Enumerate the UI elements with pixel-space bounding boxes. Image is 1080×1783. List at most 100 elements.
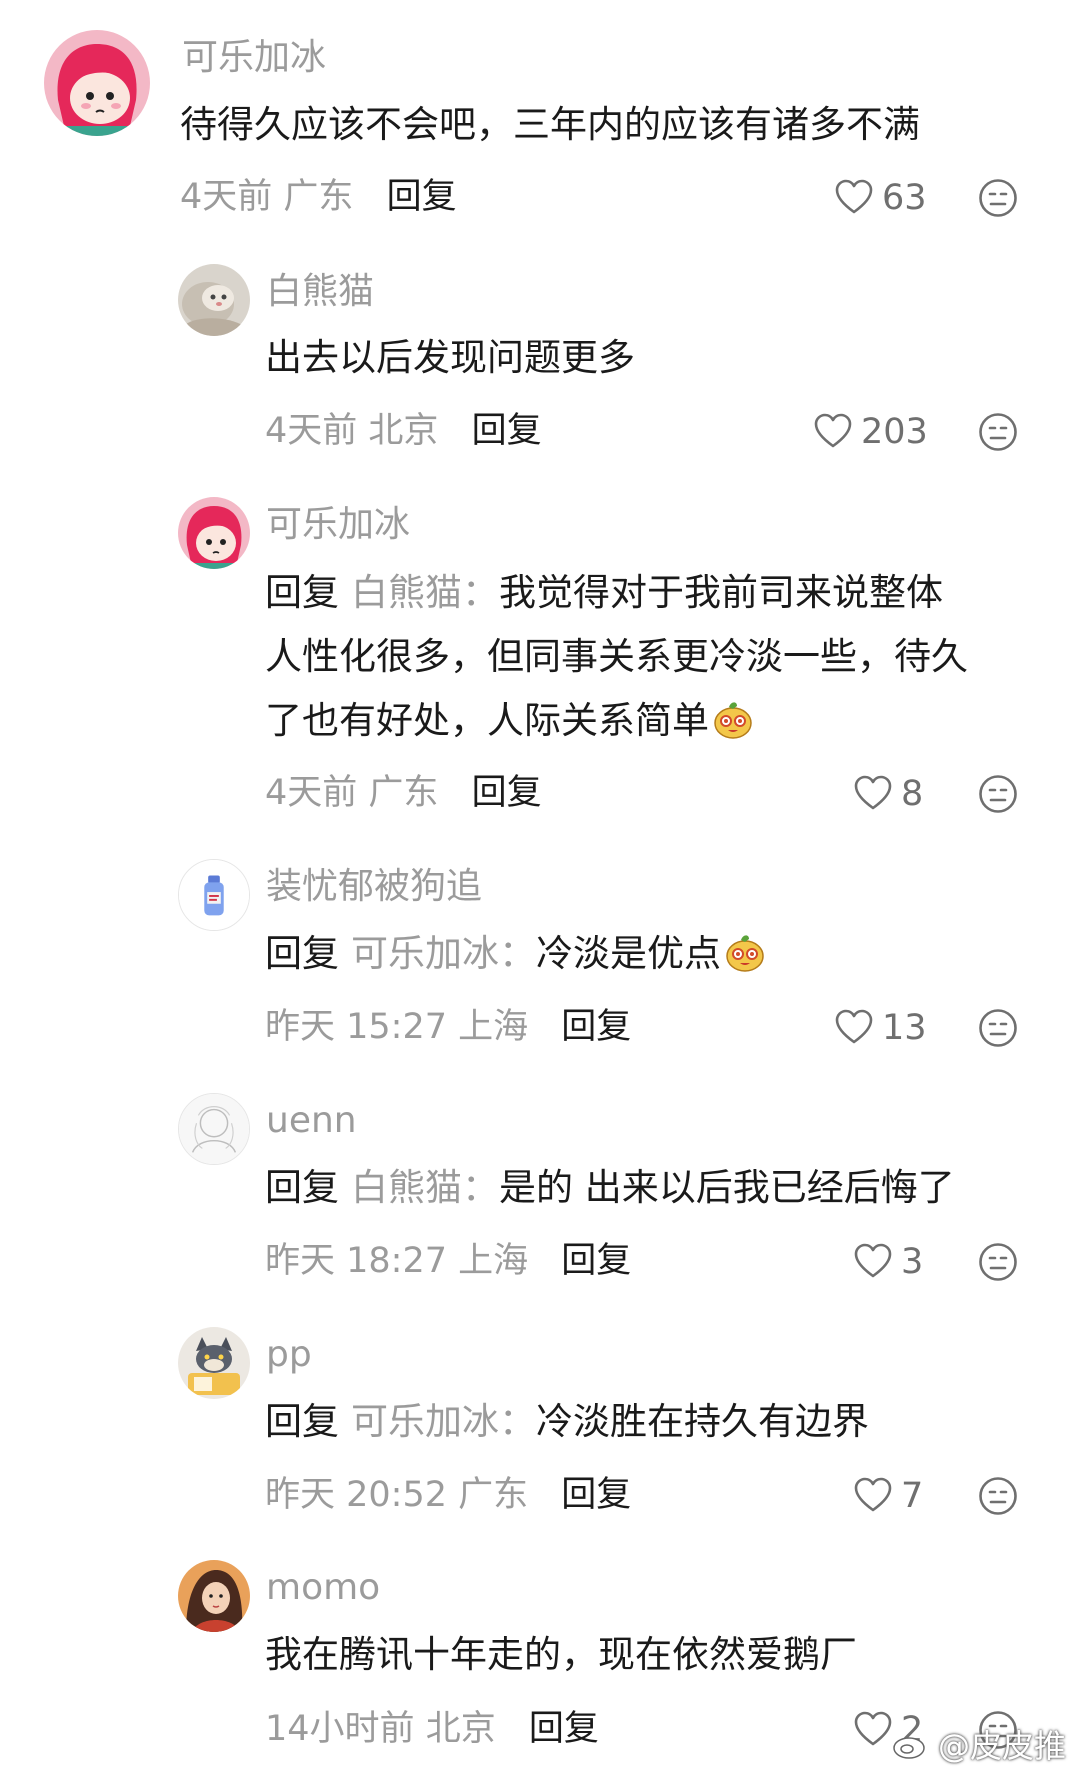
- heart-icon: [853, 1710, 893, 1750]
- location: 广东: [283, 177, 354, 217]
- heart-icon: [853, 774, 893, 814]
- comment-text: 我在腾讯十年走的，现在依然爱鹅厂: [265, 1633, 857, 1676]
- timestamp: 昨天 18:27: [265, 1241, 447, 1281]
- heart-icon: [813, 412, 853, 452]
- kitten-photo-avatar-icon: [178, 264, 250, 336]
- like-button[interactable]: 3: [853, 1242, 923, 1282]
- reply-prefix: 回复: [265, 932, 339, 975]
- reply-button[interactable]: 回复: [472, 411, 542, 451]
- reply-prefix: 回复: [265, 571, 339, 614]
- cartoon-cat-avatar-icon: [178, 1327, 250, 1399]
- reply-button[interactable]: 回复: [561, 1241, 631, 1281]
- avatar[interactable]: [178, 497, 250, 569]
- location: 北京: [368, 411, 439, 451]
- reply-prefix: 回复: [265, 1166, 339, 1209]
- watermark: @皮皮推: [892, 1721, 1066, 1767]
- avatar[interactable]: [178, 1560, 250, 1632]
- location: 上海: [458, 1007, 529, 1047]
- reply-target-user[interactable]: 白熊猫：: [351, 571, 499, 614]
- comment-line: 回复 白熊猫：我觉得对于我前司来说整体: [265, 561, 968, 625]
- comment-text-line: 了也有好处，人际关系简单: [265, 699, 709, 742]
- dislike-face-icon[interactable]: [978, 1242, 1018, 1282]
- cartoon-girl-avatar-icon: [44, 30, 150, 136]
- reply-target-user[interactable]: 白熊猫：: [351, 1166, 499, 1209]
- sketch-avatar-icon: [179, 1094, 249, 1164]
- weibo-logo-icon: [893, 1731, 931, 1759]
- emoji-icon: [723, 930, 767, 974]
- avatar[interactable]: [178, 859, 250, 931]
- comment-meta: 4天前 广东 回复: [180, 180, 457, 215]
- username[interactable]: 可乐加冰: [182, 40, 326, 76]
- username[interactable]: pp: [266, 1337, 312, 1373]
- timestamp: 4天前: [265, 411, 358, 451]
- timestamp: 昨天 15:27: [265, 1007, 447, 1047]
- dislike-face-icon[interactable]: [978, 178, 1018, 218]
- reply-button[interactable]: 回复: [561, 1475, 631, 1515]
- like-button[interactable]: 7: [853, 1476, 923, 1516]
- bottle-avatar-icon: [179, 860, 249, 930]
- heart-icon: [834, 178, 874, 218]
- heart-icon: [834, 1008, 874, 1048]
- avatar[interactable]: [178, 1327, 250, 1399]
- comment-text-line: 人性化很多，但同事关系更冷淡一些，待久: [265, 635, 968, 678]
- comment-line: 了也有好处，人际关系简单: [265, 689, 968, 753]
- timestamp: 4天前: [265, 773, 358, 813]
- username[interactable]: momo: [266, 1570, 380, 1606]
- like-button[interactable]: 13: [834, 1008, 927, 1048]
- location: 广东: [458, 1475, 529, 1515]
- reply-button[interactable]: 回复: [472, 773, 542, 813]
- comment-text: 出去以后发现问题更多: [265, 336, 635, 379]
- location: 广东: [368, 773, 439, 813]
- like-button[interactable]: 63: [834, 178, 927, 218]
- comment-meta: 昨天 15:27 上海 回复: [265, 1010, 631, 1045]
- emoji-icon: [711, 697, 755, 741]
- dislike-face-icon[interactable]: [978, 1008, 1018, 1048]
- comment-meta: 14小时前 北京 回复: [265, 1712, 599, 1747]
- location: 上海: [458, 1241, 529, 1281]
- heart-icon: [853, 1476, 893, 1516]
- like-count: 7: [901, 1476, 924, 1516]
- heart-icon: [853, 1242, 893, 1282]
- like-count: 13: [882, 1008, 927, 1048]
- comment-text-line: 冷淡胜在持久有边界: [536, 1400, 869, 1443]
- comment-text-line: 是的 出来以后我已经后悔了: [499, 1166, 955, 1209]
- comment-meta: 昨天 20:52 广东 回复: [265, 1478, 631, 1513]
- like-button[interactable]: 203: [813, 412, 928, 452]
- username[interactable]: 装忧郁被狗追: [266, 869, 482, 905]
- comment-meta: 昨天 18:27 上海 回复: [265, 1244, 631, 1279]
- comment-text: 回复 可乐加冰：冷淡胜在持久有边界: [265, 1390, 869, 1454]
- timestamp: 昨天 20:52: [265, 1475, 447, 1515]
- comment-text: 回复 白熊猫：我觉得对于我前司来说整体 人性化很多，但同事关系更冷淡一些，待久 了…: [265, 561, 968, 753]
- location: 北京: [425, 1709, 496, 1749]
- comment-text: 回复 可乐加冰：冷淡是优点: [265, 922, 767, 986]
- dislike-face-icon[interactable]: [978, 412, 1018, 452]
- like-count: 3: [901, 1242, 924, 1282]
- comment-line: 人性化很多，但同事关系更冷淡一些，待久: [265, 625, 968, 689]
- comment-text: 回复 白熊猫：是的 出来以后我已经后悔了: [265, 1156, 955, 1220]
- cartoon-girl-avatar-icon: [178, 497, 250, 569]
- dislike-face-icon[interactable]: [978, 774, 1018, 814]
- timestamp: 14小时前: [265, 1709, 415, 1749]
- avatar[interactable]: [178, 264, 250, 336]
- reply-target-user[interactable]: 可乐加冰：: [351, 1400, 536, 1443]
- like-count: 8: [901, 774, 924, 814]
- timestamp: 4天前: [180, 177, 273, 217]
- avatar[interactable]: [178, 1093, 250, 1165]
- comment-text-line: 我觉得对于我前司来说整体: [499, 571, 943, 614]
- reply-target-user[interactable]: 可乐加冰：: [351, 932, 536, 975]
- comment-text: 待得久应该不会吧，三年内的应该有诸多不满: [180, 103, 920, 146]
- reply-button[interactable]: 回复: [529, 1709, 599, 1749]
- avatar[interactable]: [44, 30, 150, 136]
- username[interactable]: 可乐加冰: [266, 507, 410, 543]
- comment-meta: 4天前 广东 回复: [265, 776, 542, 811]
- like-button[interactable]: 8: [853, 774, 923, 814]
- dislike-face-icon[interactable]: [978, 1476, 1018, 1516]
- username[interactable]: 白熊猫: [266, 274, 374, 310]
- like-count: 63: [882, 178, 927, 218]
- reply-prefix: 回复: [265, 1400, 339, 1443]
- like-count: 203: [861, 412, 928, 452]
- username[interactable]: uenn: [266, 1103, 357, 1139]
- reply-button[interactable]: 回复: [561, 1007, 631, 1047]
- comment-meta: 4天前 北京 回复: [265, 414, 542, 449]
- reply-button[interactable]: 回复: [387, 177, 457, 217]
